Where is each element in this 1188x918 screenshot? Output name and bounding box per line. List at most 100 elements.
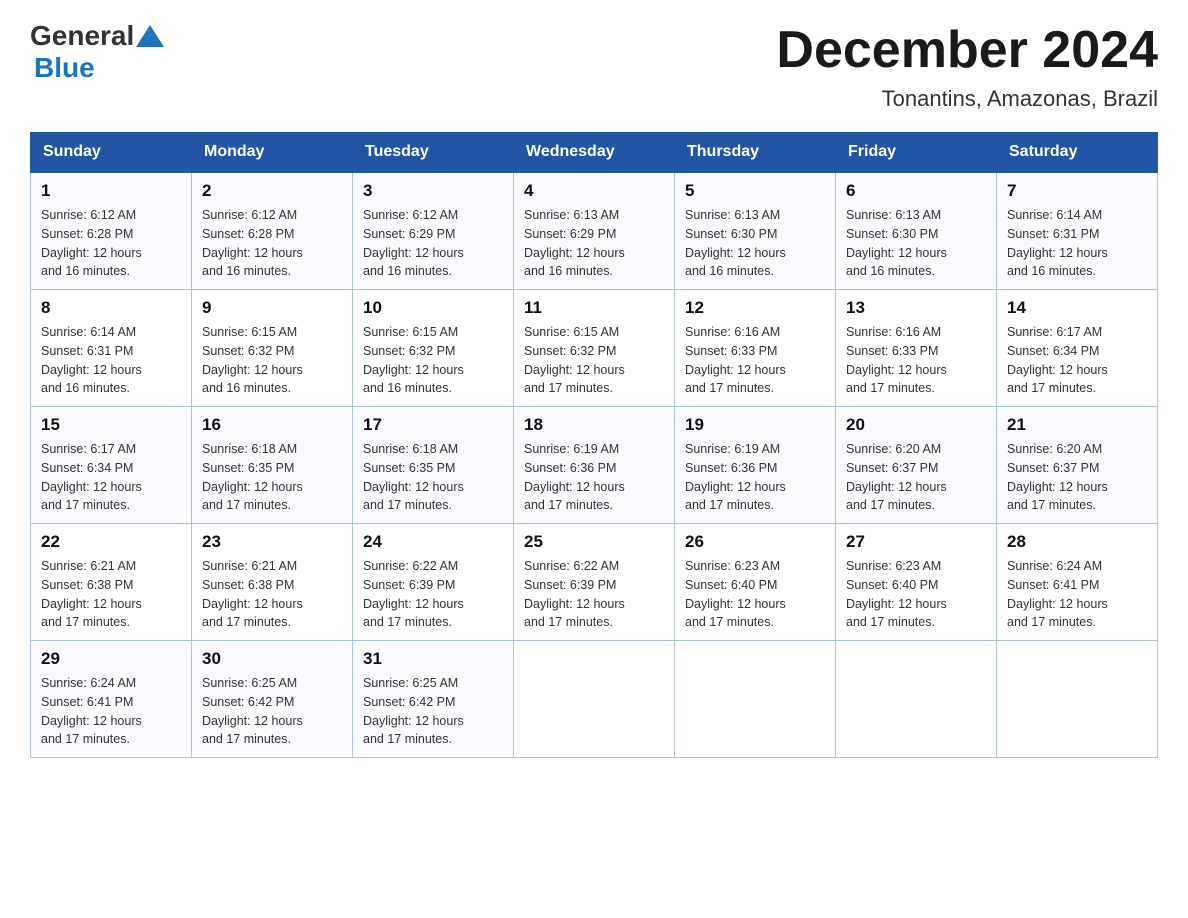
calendar-cell: 28Sunrise: 6:24 AMSunset: 6:41 PMDayligh… — [997, 524, 1158, 641]
day-number: 31 — [363, 649, 503, 669]
day-info: Sunrise: 6:23 AMSunset: 6:40 PMDaylight:… — [685, 557, 825, 632]
day-info: Sunrise: 6:15 AMSunset: 6:32 PMDaylight:… — [363, 323, 503, 398]
day-info: Sunrise: 6:21 AMSunset: 6:38 PMDaylight:… — [41, 557, 181, 632]
calendar-cell: 26 Sunrise: 6:23 AMSunset: 6:40 PMDayligh… — [675, 524, 836, 641]
day-info: Sunrise: 6:13 AMSunset: 6:30 PMDaylight:… — [846, 206, 986, 281]
calendar-cell: 2 Sunrise: 6:12 AMSunset: 6:28 PMDaylight… — [192, 172, 353, 290]
calendar-week-4: 22Sunrise: 6:21 AMSunset: 6:38 PMDayligh… — [31, 524, 1158, 641]
calendar-header-row: SundayMondayTuesdayWednesdayThursdayFrid… — [31, 133, 1158, 173]
calendar-week-5: 29Sunrise: 6:24 AMSunset: 6:41 PMDayligh… — [31, 641, 1158, 758]
day-info: Sunrise: 6:20 AMSunset: 6:37 PMDaylight:… — [846, 440, 986, 515]
page-header: General Blue December 2024 Tonantins, Am… — [30, 20, 1158, 112]
calendar-cell: 7 Sunrise: 6:14 AMSunset: 6:31 PMDaylight… — [997, 172, 1158, 290]
day-number: 26 — [685, 532, 825, 552]
calendar-cell: 29Sunrise: 6:24 AMSunset: 6:41 PMDayligh… — [31, 641, 192, 758]
day-info: Sunrise: 6:22 AMSunset: 6:39 PMDaylight:… — [363, 557, 503, 632]
calendar-cell: 27 Sunrise: 6:23 AMSunset: 6:40 PMDayligh… — [836, 524, 997, 641]
day-number: 18 — [524, 415, 664, 435]
calendar-cell: 31 Sunrise: 6:25 AMSunset: 6:42 PMDayligh… — [353, 641, 514, 758]
day-number: 3 — [363, 181, 503, 201]
day-info: Sunrise: 6:12 AMSunset: 6:29 PMDaylight:… — [363, 206, 503, 281]
calendar-cell: 8Sunrise: 6:14 AMSunset: 6:31 PMDaylight… — [31, 290, 192, 407]
calendar-cell: 18 Sunrise: 6:19 AMSunset: 6:36 PMDayligh… — [514, 407, 675, 524]
day-number: 11 — [524, 298, 664, 318]
day-info: Sunrise: 6:16 AMSunset: 6:33 PMDaylight:… — [846, 323, 986, 398]
day-number: 1 — [41, 181, 181, 201]
page-subtitle: Tonantins, Amazonas, Brazil — [776, 86, 1158, 112]
day-number: 16 — [202, 415, 342, 435]
day-number: 27 — [846, 532, 986, 552]
header-friday: Friday — [836, 133, 997, 173]
day-info: Sunrise: 6:25 AMSunset: 6:42 PMDaylight:… — [202, 674, 342, 749]
title-section: December 2024 Tonantins, Amazonas, Brazi… — [776, 20, 1158, 112]
day-number: 24 — [363, 532, 503, 552]
day-info: Sunrise: 6:14 AMSunset: 6:31 PMDaylight:… — [41, 323, 181, 398]
header-monday: Monday — [192, 133, 353, 173]
day-number: 30 — [202, 649, 342, 669]
calendar-cell: 6 Sunrise: 6:13 AMSunset: 6:30 PMDaylight… — [836, 172, 997, 290]
day-number: 20 — [846, 415, 986, 435]
calendar-week-1: 1 Sunrise: 6:12 AMSunset: 6:28 PMDaylight… — [31, 172, 1158, 290]
logo: General Blue — [30, 20, 164, 84]
page-title: December 2024 — [776, 20, 1158, 80]
calendar-cell: 10 Sunrise: 6:15 AMSunset: 6:32 PMDayligh… — [353, 290, 514, 407]
calendar-cell — [514, 641, 675, 758]
calendar-cell: 30 Sunrise: 6:25 AMSunset: 6:42 PMDayligh… — [192, 641, 353, 758]
day-info: Sunrise: 6:23 AMSunset: 6:40 PMDaylight:… — [846, 557, 986, 632]
day-info: Sunrise: 6:22 AMSunset: 6:39 PMDaylight:… — [524, 557, 664, 632]
calendar-cell: 1 Sunrise: 6:12 AMSunset: 6:28 PMDaylight… — [31, 172, 192, 290]
calendar-cell: 24 Sunrise: 6:22 AMSunset: 6:39 PMDayligh… — [353, 524, 514, 641]
day-number: 12 — [685, 298, 825, 318]
calendar-cell: 3 Sunrise: 6:12 AMSunset: 6:29 PMDaylight… — [353, 172, 514, 290]
day-info: Sunrise: 6:13 AMSunset: 6:29 PMDaylight:… — [524, 206, 664, 281]
header-wednesday: Wednesday — [514, 133, 675, 173]
day-number: 7 — [1007, 181, 1147, 201]
header-thursday: Thursday — [675, 133, 836, 173]
day-info: Sunrise: 6:25 AMSunset: 6:42 PMDaylight:… — [363, 674, 503, 749]
day-number: 17 — [363, 415, 503, 435]
day-number: 25 — [524, 532, 664, 552]
calendar-cell: 25 Sunrise: 6:22 AMSunset: 6:39 PMDayligh… — [514, 524, 675, 641]
day-info: Sunrise: 6:12 AMSunset: 6:28 PMDaylight:… — [202, 206, 342, 281]
day-info: Sunrise: 6:15 AMSunset: 6:32 PMDaylight:… — [202, 323, 342, 398]
logo-general-text: General — [30, 20, 134, 52]
day-info: Sunrise: 6:16 AMSunset: 6:33 PMDaylight:… — [685, 323, 825, 398]
calendar-cell: 11 Sunrise: 6:15 AMSunset: 6:32 PMDayligh… — [514, 290, 675, 407]
day-number: 14 — [1007, 298, 1147, 318]
calendar-week-3: 15Sunrise: 6:17 AMSunset: 6:34 PMDayligh… — [31, 407, 1158, 524]
day-number: 10 — [363, 298, 503, 318]
day-info: Sunrise: 6:24 AMSunset: 6:41 PMDaylight:… — [41, 674, 181, 749]
day-info: Sunrise: 6:18 AMSunset: 6:35 PMDaylight:… — [363, 440, 503, 515]
calendar-cell: 4 Sunrise: 6:13 AMSunset: 6:29 PMDaylight… — [514, 172, 675, 290]
day-number: 19 — [685, 415, 825, 435]
calendar-cell — [997, 641, 1158, 758]
calendar-week-2: 8Sunrise: 6:14 AMSunset: 6:31 PMDaylight… — [31, 290, 1158, 407]
header-saturday: Saturday — [997, 133, 1158, 173]
day-number: 5 — [685, 181, 825, 201]
day-info: Sunrise: 6:14 AMSunset: 6:31 PMDaylight:… — [1007, 206, 1147, 281]
day-info: Sunrise: 6:17 AMSunset: 6:34 PMDaylight:… — [1007, 323, 1147, 398]
calendar-cell: 5Sunrise: 6:13 AMSunset: 6:30 PMDaylight… — [675, 172, 836, 290]
day-info: Sunrise: 6:21 AMSunset: 6:38 PMDaylight:… — [202, 557, 342, 632]
calendar-cell: 9 Sunrise: 6:15 AMSunset: 6:32 PMDaylight… — [192, 290, 353, 407]
day-info: Sunrise: 6:20 AMSunset: 6:37 PMDaylight:… — [1007, 440, 1147, 515]
day-info: Sunrise: 6:12 AMSunset: 6:28 PMDaylight:… — [41, 206, 181, 281]
day-info: Sunrise: 6:15 AMSunset: 6:32 PMDaylight:… — [524, 323, 664, 398]
day-info: Sunrise: 6:17 AMSunset: 6:34 PMDaylight:… — [41, 440, 181, 515]
logo-triangle-icon — [136, 25, 164, 47]
calendar-cell: 13Sunrise: 6:16 AMSunset: 6:33 PMDayligh… — [836, 290, 997, 407]
calendar-cell: 12 Sunrise: 6:16 AMSunset: 6:33 PMDayligh… — [675, 290, 836, 407]
calendar-cell: 16 Sunrise: 6:18 AMSunset: 6:35 PMDayligh… — [192, 407, 353, 524]
calendar-cell: 15Sunrise: 6:17 AMSunset: 6:34 PMDayligh… — [31, 407, 192, 524]
header-tuesday: Tuesday — [353, 133, 514, 173]
day-number: 21 — [1007, 415, 1147, 435]
day-info: Sunrise: 6:19 AMSunset: 6:36 PMDaylight:… — [524, 440, 664, 515]
day-number: 4 — [524, 181, 664, 201]
day-info: Sunrise: 6:18 AMSunset: 6:35 PMDaylight:… — [202, 440, 342, 515]
logo-blue-text: Blue — [34, 52, 95, 84]
day-number: 6 — [846, 181, 986, 201]
day-number: 23 — [202, 532, 342, 552]
day-number: 2 — [202, 181, 342, 201]
day-number: 9 — [202, 298, 342, 318]
day-info: Sunrise: 6:24 AMSunset: 6:41 PMDaylight:… — [1007, 557, 1147, 632]
